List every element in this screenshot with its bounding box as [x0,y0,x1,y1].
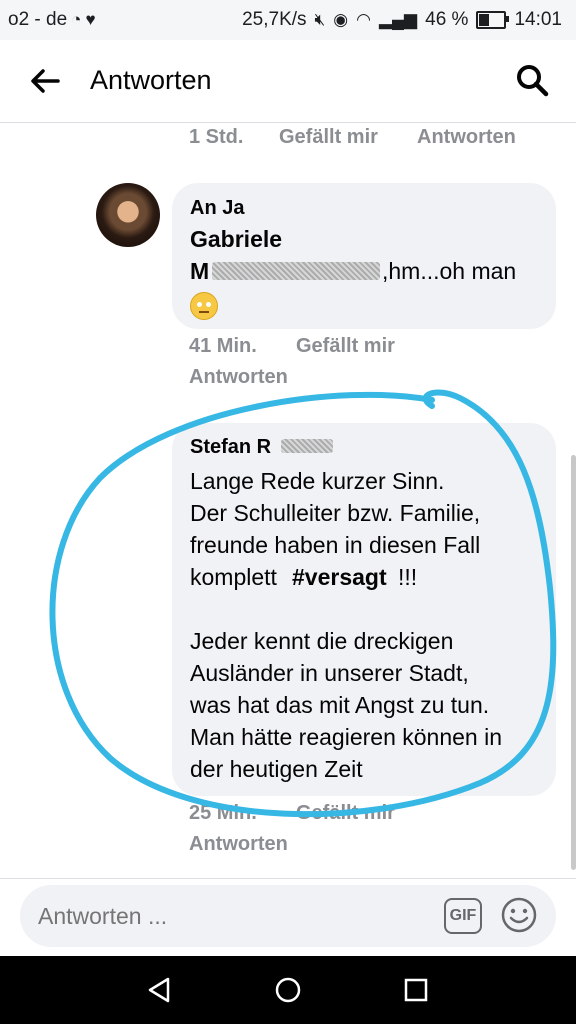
clock: 14:01 [514,9,562,30]
search-icon[interactable] [514,62,550,98]
parent-comment-time: 1 Std. [189,126,244,148]
wifi-icon: ◠ [356,10,371,29]
heart-icon: ♥ [85,10,96,29]
notification-icon: ◔ [71,10,82,29]
like-link[interactable]: Gefällt mir [296,802,395,825]
comment-time: 41 Min. [189,335,257,357]
mention-name[interactable]: Gabriele [190,223,282,255]
page-title: Antworten [90,65,212,95]
like-link[interactable]: Gefällt mir [296,335,395,358]
comment-author[interactable]: Stefan R [190,436,271,459]
comment-author[interactable]: An Ja [190,197,244,220]
reply-link[interactable]: Antworten [189,833,288,856]
comment-line: Lange Rede kurzer Sinn. [190,468,445,494]
parent-like-link[interactable]: Gefällt mir [279,126,378,149]
mention-initial[interactable]: M [190,255,209,287]
carrier-label: o2 - de [8,9,68,30]
comment-time: 25 Min. [189,802,257,824]
parent-reply-link[interactable]: Antworten [417,126,516,149]
comment-line: Man hätte reagieren können in [190,724,502,750]
status-bar: o2 - de ◔ ♥ 25,7K/s 🔇︎ ◉ ◠ ▂▄▆ 46 % 14:0… [0,0,576,40]
comment-line: was hat das mit Angst zu tun. [190,692,490,718]
signal-icon: ▂▄▆ [378,10,418,29]
nav-recents-icon[interactable] [400,974,432,1006]
comment-line: freunde haben in diesen Fall [190,532,481,558]
gif-icon[interactable]: GIF [444,898,482,934]
battery-percent: 46 % [425,9,469,30]
comment-line: Ausländer in unserer Stadt, [190,660,469,686]
reply-link[interactable]: Antworten [189,366,288,389]
redacted-name [212,262,380,280]
reply-bar: GIF [0,878,576,957]
comment-line: Jeder kennt die dreckigen [190,628,454,654]
eye-icon: ◉ [333,10,349,29]
comment-line: !!! [398,564,418,590]
scrollbar-thumb[interactable] [571,455,576,870]
comment-line: komplett [190,564,277,590]
mute-icon: 🔇︎ [314,10,326,29]
smiley-icon[interactable] [500,896,538,934]
back-arrow-icon[interactable] [28,64,62,98]
nav-back-icon[interactable] [144,974,176,1006]
nav-home-icon[interactable] [272,974,304,1006]
network-speed: 25,7K/s [242,9,307,30]
battery-icon [476,11,510,29]
redacted-surname [281,439,333,453]
app-header: Antworten [0,40,576,123]
system-nav-bar [0,956,576,1024]
comment-line: Der Schulleiter bzw. Familie, [190,500,481,526]
hashtag-link[interactable]: #versagt [292,561,387,593]
comment-text: ,hm...oh man [382,258,517,284]
avatar[interactable] [96,183,160,247]
rolling-eyes-emoji-icon [190,292,218,320]
comment-line: der heutigen Zeit [190,756,363,782]
